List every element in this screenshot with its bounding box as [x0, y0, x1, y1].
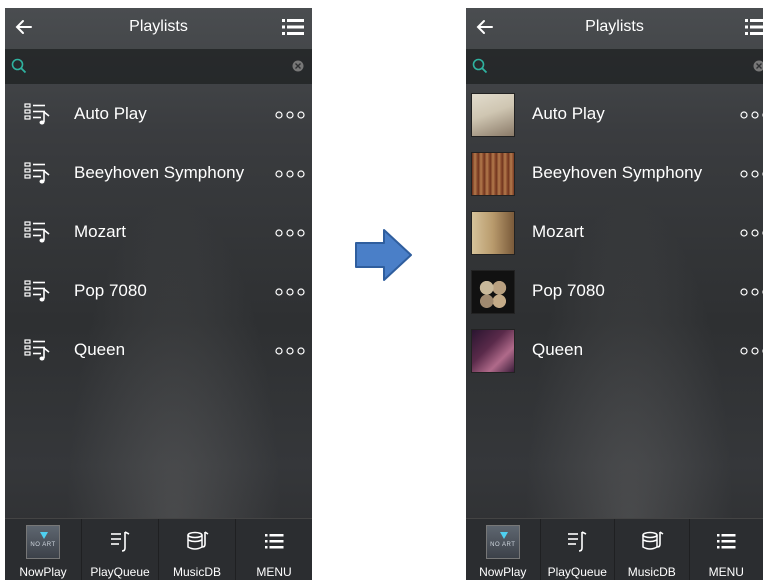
playlist-row[interactable]: Auto Play: [466, 86, 763, 145]
playlist-list: Auto Play Beeyhoven Symphony Mozart Pop …: [5, 86, 312, 381]
tab-label: MusicDB: [172, 565, 221, 579]
album-art-thumbnail: [471, 93, 515, 137]
screen-after: Playlists Auto Play Beeyhoven Symphony M…: [466, 8, 763, 580]
tab-label: MENU: [708, 565, 744, 579]
more-options-icon[interactable]: [274, 169, 306, 179]
album-art-thumbnail: [471, 152, 515, 196]
tab-playqueue[interactable]: PlayQueue: [82, 519, 159, 580]
more-options-icon[interactable]: [739, 110, 763, 120]
page-title: Playlists: [585, 18, 644, 35]
album-art-thumbnail: [471, 270, 515, 314]
playlist-icon: [24, 162, 50, 184]
album-art-thumbnail: [471, 329, 515, 373]
more-options-icon[interactable]: [274, 287, 306, 297]
tab-label: PlayQueue: [90, 565, 150, 579]
playlist-row[interactable]: Beeyhoven Symphony: [5, 145, 312, 204]
clear-search-icon[interactable]: [292, 60, 304, 72]
tab-playqueue[interactable]: PlayQueue: [541, 519, 615, 580]
playlist-icon: [24, 221, 50, 243]
album-placeholder-icon: [499, 532, 508, 539]
search-input[interactable]: [494, 55, 734, 77]
tab-menu[interactable]: MENU: [236, 519, 312, 580]
more-options-icon[interactable]: [739, 169, 763, 179]
search-icon: [472, 58, 488, 74]
more-options-icon[interactable]: [274, 110, 306, 120]
no-art-thumbnail: NO ART: [26, 525, 60, 559]
playlist-title: Beeyhoven Symphony: [74, 163, 245, 182]
list-menu-icon[interactable]: [282, 18, 304, 36]
bottom-nav: NO ART NowPlay PlayQueue MusicDB MENU: [5, 518, 312, 580]
playlist-row[interactable]: Queen: [5, 322, 312, 381]
no-art-label: NO ART: [490, 542, 516, 548]
playlist-row[interactable]: Mozart: [5, 204, 312, 263]
music-db-icon: [187, 531, 209, 550]
playlist-title: Auto Play: [532, 104, 605, 123]
no-art-label: NO ART: [30, 542, 56, 548]
playlist-title: Queen: [74, 340, 126, 359]
playlist-row[interactable]: Mozart: [466, 204, 763, 263]
playlist-title: Mozart: [74, 222, 126, 241]
header: Playlists: [5, 8, 312, 48]
music-db-icon: [642, 531, 664, 550]
album-art-thumbnail: [471, 211, 515, 255]
bottom-nav: NO ART NowPlay PlayQueue MusicDB MENU: [466, 518, 763, 580]
menu-icon: [265, 534, 284, 549]
transition-arrow-icon: [355, 229, 412, 281]
clear-search-icon[interactable]: [753, 60, 763, 72]
tab-label: MENU: [256, 565, 292, 579]
search-bar: [5, 49, 312, 84]
playlist-row[interactable]: Queen: [466, 322, 763, 381]
search-icon: [11, 58, 27, 74]
playlist-title: Pop 7080: [532, 281, 605, 300]
playlist-row[interactable]: Auto Play: [5, 86, 312, 145]
playlist-row[interactable]: Beeyhoven Symphony: [466, 145, 763, 204]
menu-icon: [717, 534, 736, 549]
tab-musicdb[interactable]: MusicDB: [615, 519, 690, 580]
playlist-row[interactable]: Pop 7080: [5, 263, 312, 322]
search-bar: [466, 49, 763, 84]
playlist-icon: [24, 280, 50, 302]
tab-musicdb[interactable]: MusicDB: [159, 519, 236, 580]
playlist-title: Mozart: [532, 222, 584, 241]
playlist-title: Auto Play: [74, 104, 147, 123]
playlist-list: Auto Play Beeyhoven Symphony Mozart Pop …: [466, 86, 763, 381]
search-input[interactable]: [33, 55, 273, 77]
tab-label: PlayQueue: [547, 565, 607, 579]
list-menu-icon[interactable]: [745, 18, 763, 36]
playlist-icon: [24, 103, 50, 125]
page-title: Playlists: [129, 18, 188, 35]
more-options-icon[interactable]: [274, 228, 306, 238]
album-placeholder-icon: [40, 532, 48, 539]
more-options-icon[interactable]: [739, 287, 763, 297]
playlist-title: Queen: [532, 340, 584, 359]
no-art-thumbnail: NO ART: [485, 525, 520, 559]
tab-label: NowPlay: [19, 565, 67, 579]
tab-label: MusicDB: [627, 565, 676, 579]
tab-nowplay[interactable]: NO ART NowPlay: [466, 519, 541, 580]
tab-label: NowPlay: [479, 565, 527, 579]
playlist-title: Pop 7080: [74, 281, 147, 300]
tab-menu[interactable]: MENU: [690, 519, 763, 580]
playlist-title: Beeyhoven Symphony: [532, 163, 703, 182]
header: Playlists: [466, 8, 763, 48]
playlist-icon: [24, 339, 50, 361]
screen-before: Playlists Auto Play Beeyhoven Symphony M…: [5, 8, 312, 580]
play-queue-icon: [111, 531, 130, 552]
more-options-icon[interactable]: [739, 228, 763, 238]
more-options-icon[interactable]: [739, 346, 763, 356]
more-options-icon[interactable]: [274, 346, 306, 356]
play-queue-icon: [568, 531, 587, 552]
playlist-row[interactable]: Pop 7080: [466, 263, 763, 322]
tab-nowplay[interactable]: NO ART NowPlay: [5, 519, 82, 580]
